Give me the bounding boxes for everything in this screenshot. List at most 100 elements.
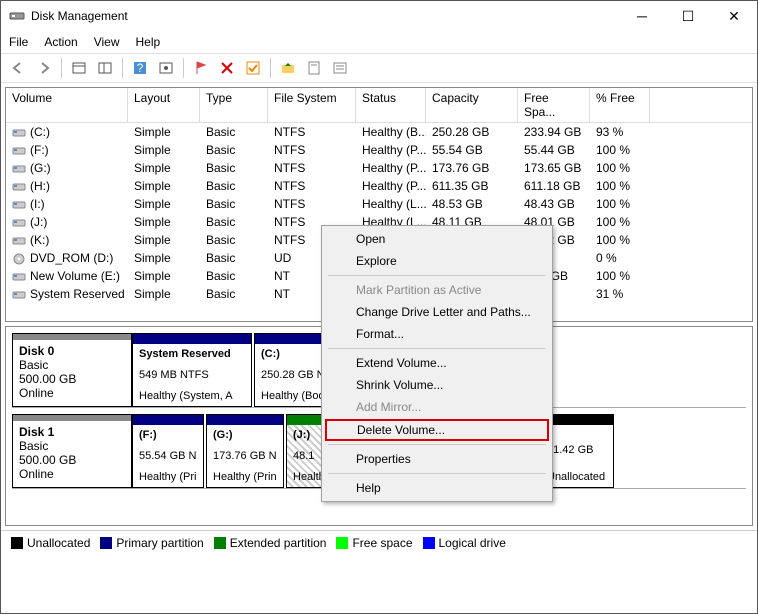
settings-icon[interactable] — [155, 57, 177, 79]
partition[interactable]: (F:)55.54 GB NTHealthy (Pri — [132, 414, 204, 488]
header-volume[interactable]: Volume — [6, 88, 128, 122]
menu-view[interactable]: View — [94, 35, 120, 49]
list-icon[interactable] — [329, 57, 351, 79]
forward-button[interactable] — [33, 57, 55, 79]
menu-item-format-[interactable]: Format... — [324, 323, 550, 345]
cell-layout: Simple — [128, 142, 200, 158]
maximize-button[interactable]: ☐ — [665, 1, 711, 31]
menu-separator — [328, 275, 546, 276]
partition[interactable]: (G:)173.76 GB NTHealthy (Prin — [206, 414, 284, 488]
menu-file[interactable]: File — [9, 35, 28, 49]
drive-icon — [12, 163, 26, 175]
drive-icon — [12, 145, 26, 157]
drive-icon — [12, 235, 26, 247]
view2-icon[interactable] — [94, 57, 116, 79]
menu-item-add-mirror-: Add Mirror... — [324, 396, 550, 418]
menu-item-change-drive-letter-and-paths-[interactable]: Change Drive Letter and Paths... — [324, 301, 550, 323]
menu-item-delete-volume-[interactable]: Delete Volume... — [325, 419, 549, 441]
header-pctfree[interactable]: % Free — [590, 88, 650, 122]
menu-separator — [328, 473, 546, 474]
table-row[interactable]: (I:)SimpleBasicNTFSHealthy (L...48.53 GB… — [6, 195, 752, 213]
partition[interactable]: System Reserved549 MB NTFSHealthy (Syste… — [132, 333, 252, 407]
drive-icon — [12, 253, 26, 265]
menu-action[interactable]: Action — [44, 35, 77, 49]
cell-layout: Simple — [128, 250, 200, 266]
header-type[interactable]: Type — [200, 88, 268, 122]
minimize-button[interactable]: ─ — [619, 1, 665, 31]
legend: UnallocatedPrimary partitionExtended par… — [1, 530, 757, 554]
header-layout[interactable]: Layout — [128, 88, 200, 122]
cell-type: Basic — [200, 124, 268, 140]
cell-status: Healthy (P... — [356, 178, 426, 194]
view-icon[interactable] — [68, 57, 90, 79]
properties-icon[interactable] — [303, 57, 325, 79]
cell-type: Basic — [200, 142, 268, 158]
table-row[interactable]: (H:)SimpleBasicNTFSHealthy (P...611.35 G… — [6, 177, 752, 195]
table-header: Volume Layout Type File System Status Ca… — [6, 88, 752, 123]
disk-info[interactable]: Disk 1Basic500.00 GBOnline — [12, 414, 132, 488]
disk-status: Online — [19, 467, 125, 481]
cell-layout: Simple — [128, 268, 200, 284]
menu-item-shrink-volume-[interactable]: Shrink Volume... — [324, 374, 550, 396]
partition-status: Unallocated — [547, 471, 607, 483]
drive-icon — [12, 271, 26, 283]
cell-free: 611.18 GB — [518, 178, 590, 194]
disk-name: Disk 1 — [19, 425, 125, 439]
delete-icon[interactable] — [216, 57, 238, 79]
menu-item-open[interactable]: Open — [324, 228, 550, 250]
volume-name: New Volume (E:) — [30, 269, 120, 283]
header-status[interactable]: Status — [356, 88, 426, 122]
partition-size: 81.42 GB — [547, 444, 607, 456]
cell-pct: 100 % — [590, 160, 650, 176]
partition-size: 549 MB NTFS — [139, 369, 245, 381]
drive-icon — [12, 127, 26, 139]
disk-type: Basic — [19, 439, 125, 453]
cell-type: Basic — [200, 178, 268, 194]
svg-text:?: ? — [137, 61, 144, 75]
flag-icon[interactable] — [190, 57, 212, 79]
cell-type: Basic — [200, 250, 268, 266]
cell-free: 173.65 GB — [518, 160, 590, 176]
partition-size: 173.76 GB NT — [213, 450, 277, 462]
menu-item-extend-volume-[interactable]: Extend Volume... — [324, 352, 550, 374]
menu-item-explore[interactable]: Explore — [324, 250, 550, 272]
cell-layout: Simple — [128, 196, 200, 212]
partition-status: Healthy (Pri — [139, 471, 197, 483]
window-title: Disk Management — [31, 9, 619, 23]
disk-size: 500.00 GB — [19, 453, 125, 467]
help-icon[interactable]: ? — [129, 57, 151, 79]
header-filesystem[interactable]: File System — [268, 88, 356, 122]
table-row[interactable]: (F:)SimpleBasicNTFSHealthy (P...55.54 GB… — [6, 141, 752, 159]
disk-info[interactable]: Disk 0Basic500.00 GBOnline — [12, 333, 132, 407]
partition-name: System Reserved — [139, 348, 245, 360]
cell-type: Basic — [200, 268, 268, 284]
menu-help[interactable]: Help — [136, 35, 161, 49]
volume-name: (K:) — [30, 233, 49, 247]
check-icon[interactable] — [242, 57, 264, 79]
cell-capacity: 611.35 GB — [426, 178, 518, 194]
table-row[interactable]: (C:)SimpleBasicNTFSHealthy (B...250.28 G… — [6, 123, 752, 141]
cell-capacity: 48.53 GB — [426, 196, 518, 212]
cell-type: Basic — [200, 286, 268, 302]
cell-pct: 100 % — [590, 232, 650, 248]
disk-status: Online — [19, 386, 125, 400]
volume-name: (I:) — [30, 197, 45, 211]
header-free[interactable]: Free Spa... — [518, 88, 590, 122]
volume-name: DVD_ROM (D:) — [30, 251, 113, 265]
cell-status: Healthy (P... — [356, 160, 426, 176]
drive-icon — [12, 181, 26, 193]
back-button[interactable] — [7, 57, 29, 79]
drive-icon — [12, 289, 26, 301]
volume-name: (H:) — [30, 179, 50, 193]
volume-name: (G:) — [30, 161, 51, 175]
menu-item-help[interactable]: Help — [324, 477, 550, 499]
close-button[interactable]: ✕ — [711, 1, 757, 31]
cell-status: Healthy (L... — [356, 196, 426, 212]
menu-item-properties[interactable]: Properties — [324, 448, 550, 470]
table-row[interactable]: (G:)SimpleBasicNTFSHealthy (P...173.76 G… — [6, 159, 752, 177]
volume-name: System Reserved — [30, 287, 125, 301]
folder-up-icon[interactable] — [277, 57, 299, 79]
cell-layout: Simple — [128, 286, 200, 302]
header-capacity[interactable]: Capacity — [426, 88, 518, 122]
cell-type: Basic — [200, 214, 268, 230]
